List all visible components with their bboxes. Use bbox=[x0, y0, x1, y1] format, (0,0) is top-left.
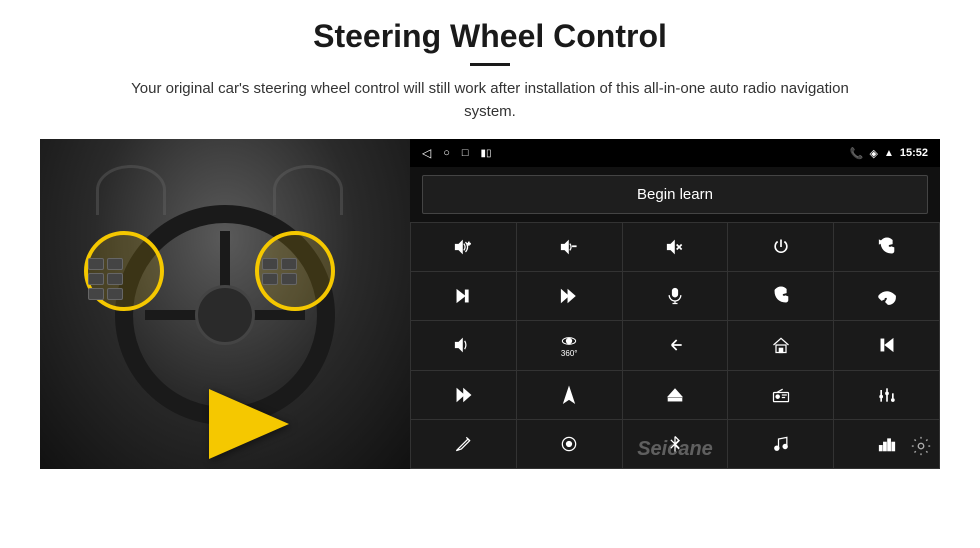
begin-learn-row: Begin learn bbox=[410, 167, 940, 222]
back-nav-button[interactable] bbox=[623, 321, 728, 369]
android-head-unit: ◁ ○ □ ▮▯ 📞 ◈ ▲ 15:52 Begin learn bbox=[410, 139, 940, 469]
home-nav-icon: ○ bbox=[443, 147, 450, 159]
phone-prev-button[interactable] bbox=[834, 223, 939, 271]
vol-up-button[interactable]: + bbox=[411, 223, 516, 271]
radio-button[interactable] bbox=[728, 371, 833, 419]
sw-btn bbox=[281, 273, 297, 285]
circle-btn[interactable] bbox=[517, 420, 622, 468]
title-divider bbox=[470, 63, 510, 66]
cam360-button[interactable]: 360° bbox=[517, 321, 622, 369]
pen-button[interactable] bbox=[411, 420, 516, 468]
back-nav-icon: ◁ bbox=[422, 146, 431, 160]
direction-arrow bbox=[209, 389, 289, 459]
sw-buttons-left bbox=[88, 258, 123, 300]
sw-buttons-right bbox=[262, 258, 297, 285]
eq-button[interactable] bbox=[834, 371, 939, 419]
battery-icon: ▮▯ bbox=[481, 148, 492, 159]
speaker-button[interactable] bbox=[411, 321, 516, 369]
settings-gear-icon[interactable] bbox=[910, 435, 932, 463]
recent-nav-icon: □ bbox=[462, 147, 469, 159]
gps-button[interactable] bbox=[517, 371, 622, 419]
sw-btn bbox=[262, 258, 278, 270]
status-right: 📞 ◈ ▲ 15:52 bbox=[850, 147, 928, 160]
mute-button[interactable] bbox=[623, 223, 728, 271]
svg-text:−: − bbox=[573, 244, 577, 251]
content-row: ◁ ○ □ ▮▯ 📞 ◈ ▲ 15:52 Begin learn bbox=[40, 139, 940, 469]
sw-btn bbox=[88, 288, 104, 300]
sw-btn bbox=[262, 273, 278, 285]
sw-btn bbox=[88, 273, 104, 285]
page-title: Steering Wheel Control bbox=[313, 18, 667, 55]
location-icon: ◈ bbox=[869, 147, 877, 160]
cam360-label: 360° bbox=[561, 333, 578, 358]
status-bar: ◁ ○ □ ▮▯ 📞 ◈ ▲ 15:52 bbox=[410, 139, 940, 167]
fast-forward-button[interactable] bbox=[411, 371, 516, 419]
skip-next-button[interactable] bbox=[411, 272, 516, 320]
begin-learn-button[interactable]: Begin learn bbox=[422, 175, 928, 214]
phone-status-icon: 📞 bbox=[850, 147, 864, 160]
power-button[interactable] bbox=[728, 223, 833, 271]
home-nav-button[interactable] bbox=[728, 321, 833, 369]
vol-down-button[interactable]: − bbox=[517, 223, 622, 271]
hang-up-button[interactable] bbox=[834, 272, 939, 320]
page-subtitle: Your original car's steering wheel contr… bbox=[110, 78, 870, 123]
sw-scene bbox=[40, 139, 410, 469]
sw-btn bbox=[88, 258, 104, 270]
mic-button[interactable] bbox=[623, 272, 728, 320]
svg-text:+: + bbox=[468, 241, 472, 247]
eject-button[interactable] bbox=[623, 371, 728, 419]
sw-btn bbox=[107, 258, 123, 270]
hub bbox=[195, 285, 255, 345]
wifi-icon: ▲ bbox=[884, 148, 894, 159]
sw-btn bbox=[107, 273, 123, 285]
gauge-left bbox=[96, 165, 166, 215]
steering-wheel-image bbox=[40, 139, 410, 469]
arrow bbox=[209, 389, 289, 459]
gauge-right bbox=[273, 165, 343, 215]
ff-button[interactable] bbox=[517, 272, 622, 320]
time-display: 15:52 bbox=[900, 147, 928, 159]
bluetooth-button[interactable] bbox=[623, 420, 728, 468]
page-container: Steering Wheel Control Your original car… bbox=[0, 0, 980, 548]
music-button[interactable] bbox=[728, 420, 833, 468]
skip-back-button[interactable] bbox=[834, 321, 939, 369]
status-left: ◁ ○ □ ▮▯ bbox=[422, 146, 492, 160]
sw-btn bbox=[281, 258, 297, 270]
sw-btn bbox=[107, 288, 123, 300]
controls-grid: + − bbox=[410, 222, 940, 469]
call-button[interactable] bbox=[728, 272, 833, 320]
